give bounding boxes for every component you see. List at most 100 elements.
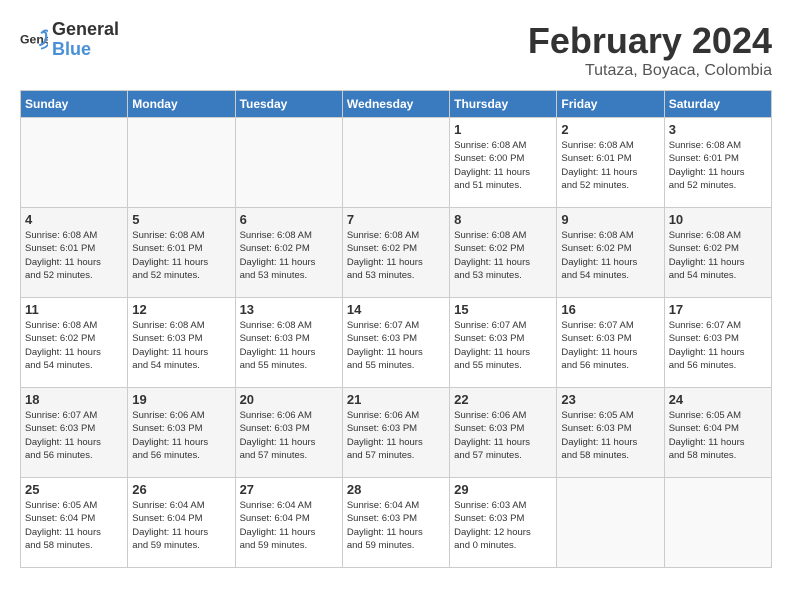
- calendar-day-cell: 18 Sunrise: 6:07 AM Sunset: 6:03 PM Dayli…: [21, 388, 128, 478]
- weekday-header: Wednesday: [342, 91, 449, 118]
- calendar-header-row: SundayMondayTuesdayWednesdayThursdayFrid…: [21, 91, 772, 118]
- day-number: 22: [454, 392, 552, 407]
- weekday-header: Sunday: [21, 91, 128, 118]
- weekday-header: Thursday: [450, 91, 557, 118]
- day-info: Sunrise: 6:03 AM Sunset: 6:03 PM Dayligh…: [454, 499, 552, 552]
- calendar-day-cell: 1Sunrise: 6:08 AM Sunset: 6:00 PM Daylig…: [450, 118, 557, 208]
- calendar-day-cell: 15 Sunrise: 6:07 AM Sunset: 6:03 PM Dayli…: [450, 298, 557, 388]
- day-info: Sunrise: 6:08 AM Sunset: 6:03 PM Dayligh…: [132, 319, 230, 372]
- day-number: 29: [454, 482, 552, 497]
- day-number: 16: [561, 302, 659, 317]
- calendar-day-cell: 22 Sunrise: 6:06 AM Sunset: 6:03 PM Dayli…: [450, 388, 557, 478]
- day-info: Sunrise: 6:07 AM Sunset: 6:03 PM Dayligh…: [669, 319, 767, 372]
- calendar-table: SundayMondayTuesdayWednesdayThursdayFrid…: [20, 90, 772, 568]
- calendar-day-cell: 20 Sunrise: 6:06 AM Sunset: 6:03 PM Dayli…: [235, 388, 342, 478]
- day-number: 27: [240, 482, 338, 497]
- day-info: Sunrise: 6:06 AM Sunset: 6:03 PM Dayligh…: [454, 409, 552, 462]
- day-info: Sunrise: 6:06 AM Sunset: 6:03 PM Dayligh…: [240, 409, 338, 462]
- day-info: Sunrise: 6:05 AM Sunset: 6:04 PM Dayligh…: [669, 409, 767, 462]
- day-info: Sunrise: 6:08 AM Sunset: 6:02 PM Dayligh…: [454, 229, 552, 282]
- calendar-day-cell: 12 Sunrise: 6:08 AM Sunset: 6:03 PM Dayli…: [128, 298, 235, 388]
- calendar-day-cell: [21, 118, 128, 208]
- day-info: Sunrise: 6:08 AM Sunset: 6:01 PM Dayligh…: [25, 229, 123, 282]
- day-number: 12: [132, 302, 230, 317]
- day-info: Sunrise: 6:08 AM Sunset: 6:02 PM Dayligh…: [25, 319, 123, 372]
- calendar-day-cell: [235, 118, 342, 208]
- page-title: February 2024: [528, 20, 772, 62]
- day-number: 2: [561, 122, 659, 137]
- calendar-day-cell: 9 Sunrise: 6:08 AM Sunset: 6:02 PM Daylig…: [557, 208, 664, 298]
- day-number: 26: [132, 482, 230, 497]
- calendar-day-cell: 26 Sunrise: 6:04 AM Sunset: 6:04 PM Dayli…: [128, 478, 235, 568]
- calendar-day-cell: 28 Sunrise: 6:04 AM Sunset: 6:03 PM Dayli…: [342, 478, 449, 568]
- day-info: Sunrise: 6:08 AM Sunset: 6:01 PM Dayligh…: [669, 139, 767, 192]
- day-number: 5: [132, 212, 230, 227]
- calendar-day-cell: 19 Sunrise: 6:06 AM Sunset: 6:03 PM Dayli…: [128, 388, 235, 478]
- day-info: Sunrise: 6:07 AM Sunset: 6:03 PM Dayligh…: [454, 319, 552, 372]
- calendar-week-row: 1Sunrise: 6:08 AM Sunset: 6:00 PM Daylig…: [21, 118, 772, 208]
- day-info: Sunrise: 6:07 AM Sunset: 6:03 PM Dayligh…: [25, 409, 123, 462]
- calendar-week-row: 25Sunrise: 6:05 AM Sunset: 6:04 PM Dayli…: [21, 478, 772, 568]
- day-info: Sunrise: 6:04 AM Sunset: 6:03 PM Dayligh…: [347, 499, 445, 552]
- calendar-day-cell: 27 Sunrise: 6:04 AM Sunset: 6:04 PM Dayli…: [235, 478, 342, 568]
- day-info: Sunrise: 6:08 AM Sunset: 6:01 PM Dayligh…: [132, 229, 230, 282]
- day-number: 17: [669, 302, 767, 317]
- day-number: 21: [347, 392, 445, 407]
- weekday-header: Monday: [128, 91, 235, 118]
- day-info: Sunrise: 6:08 AM Sunset: 6:02 PM Dayligh…: [347, 229, 445, 282]
- day-number: 13: [240, 302, 338, 317]
- day-info: Sunrise: 6:08 AM Sunset: 6:02 PM Dayligh…: [240, 229, 338, 282]
- day-number: 9: [561, 212, 659, 227]
- day-number: 8: [454, 212, 552, 227]
- day-number: 4: [25, 212, 123, 227]
- calendar-body: 1Sunrise: 6:08 AM Sunset: 6:00 PM Daylig…: [21, 118, 772, 568]
- calendar-day-cell: 13 Sunrise: 6:08 AM Sunset: 6:03 PM Dayli…: [235, 298, 342, 388]
- day-info: Sunrise: 6:08 AM Sunset: 6:01 PM Dayligh…: [561, 139, 659, 192]
- calendar-day-cell: 5 Sunrise: 6:08 AM Sunset: 6:01 PM Daylig…: [128, 208, 235, 298]
- day-info: Sunrise: 6:06 AM Sunset: 6:03 PM Dayligh…: [132, 409, 230, 462]
- day-number: 20: [240, 392, 338, 407]
- day-info: Sunrise: 6:04 AM Sunset: 6:04 PM Dayligh…: [240, 499, 338, 552]
- svg-text:General: General: [20, 32, 48, 46]
- day-number: 7: [347, 212, 445, 227]
- day-info: Sunrise: 6:08 AM Sunset: 6:02 PM Dayligh…: [561, 229, 659, 282]
- day-info: Sunrise: 6:08 AM Sunset: 6:02 PM Dayligh…: [669, 229, 767, 282]
- title-area: February 2024 Tutaza, Boyaca, Colombia: [528, 20, 772, 80]
- day-number: 15: [454, 302, 552, 317]
- day-number: 6: [240, 212, 338, 227]
- day-number: 19: [132, 392, 230, 407]
- weekday-header: Saturday: [664, 91, 771, 118]
- day-info: Sunrise: 6:08 AM Sunset: 6:00 PM Dayligh…: [454, 139, 552, 192]
- day-number: 14: [347, 302, 445, 317]
- calendar-day-cell: 17 Sunrise: 6:07 AM Sunset: 6:03 PM Dayli…: [664, 298, 771, 388]
- calendar-day-cell: [342, 118, 449, 208]
- day-number: 11: [25, 302, 123, 317]
- day-number: 18: [25, 392, 123, 407]
- calendar-day-cell: 2 Sunrise: 6:08 AM Sunset: 6:01 PM Daylig…: [557, 118, 664, 208]
- calendar-day-cell: 10 Sunrise: 6:08 AM Sunset: 6:02 PM Dayli…: [664, 208, 771, 298]
- calendar-week-row: 18 Sunrise: 6:07 AM Sunset: 6:03 PM Dayli…: [21, 388, 772, 478]
- weekday-header: Friday: [557, 91, 664, 118]
- logo: General General Blue: [20, 20, 119, 60]
- calendar-week-row: 4 Sunrise: 6:08 AM Sunset: 6:01 PM Daylig…: [21, 208, 772, 298]
- logo-text: General Blue: [52, 20, 119, 60]
- day-info: Sunrise: 6:05 AM Sunset: 6:04 PM Dayligh…: [25, 499, 123, 552]
- day-info: Sunrise: 6:05 AM Sunset: 6:03 PM Dayligh…: [561, 409, 659, 462]
- day-number: 10: [669, 212, 767, 227]
- calendar-day-cell: 6 Sunrise: 6:08 AM Sunset: 6:02 PM Daylig…: [235, 208, 342, 298]
- calendar-day-cell: 8 Sunrise: 6:08 AM Sunset: 6:02 PM Daylig…: [450, 208, 557, 298]
- calendar-day-cell: [664, 478, 771, 568]
- day-number: 3: [669, 122, 767, 137]
- day-info: Sunrise: 6:08 AM Sunset: 6:03 PM Dayligh…: [240, 319, 338, 372]
- calendar-day-cell: 29 Sunrise: 6:03 AM Sunset: 6:03 PM Dayli…: [450, 478, 557, 568]
- day-number: 24: [669, 392, 767, 407]
- logo-icon: General: [20, 26, 48, 54]
- calendar-day-cell: 7 Sunrise: 6:08 AM Sunset: 6:02 PM Daylig…: [342, 208, 449, 298]
- calendar-day-cell: [128, 118, 235, 208]
- calendar-day-cell: 25Sunrise: 6:05 AM Sunset: 6:04 PM Dayli…: [21, 478, 128, 568]
- calendar-day-cell: [557, 478, 664, 568]
- calendar-week-row: 11 Sunrise: 6:08 AM Sunset: 6:02 PM Dayli…: [21, 298, 772, 388]
- calendar-day-cell: 23Sunrise: 6:05 AM Sunset: 6:03 PM Dayli…: [557, 388, 664, 478]
- day-number: 28: [347, 482, 445, 497]
- day-info: Sunrise: 6:04 AM Sunset: 6:04 PM Dayligh…: [132, 499, 230, 552]
